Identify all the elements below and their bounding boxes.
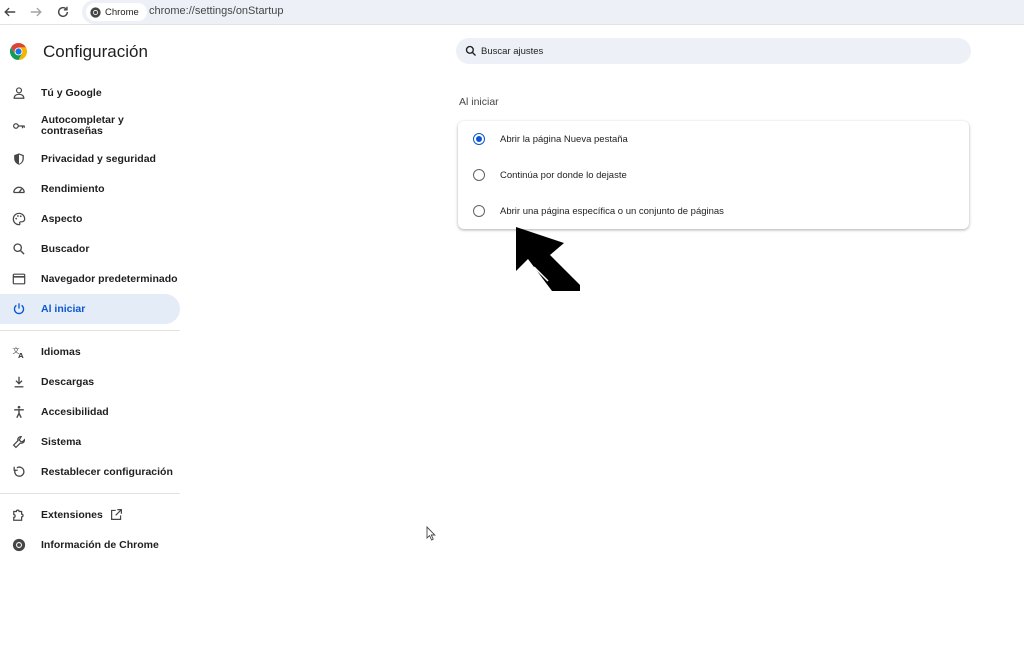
- palette-icon: [12, 212, 26, 226]
- sidebar-item-label: Idiomas: [41, 345, 81, 358]
- sidebar-item-label: Tú y Google: [41, 86, 102, 99]
- sidebar-divider: [0, 330, 180, 331]
- search-icon: [465, 45, 476, 56]
- sidebar-item-label: Al iniciar: [41, 302, 86, 315]
- browser-window-icon: [12, 272, 26, 286]
- sidebar-item-label: Descargas: [41, 375, 95, 388]
- site-info-chip[interactable]: Chrome: [86, 3, 147, 21]
- sidebar-item-label: Autocompletar y contraseñas: [41, 114, 124, 137]
- sidebar-item-reset[interactable]: Restablecer configuración: [0, 457, 180, 487]
- option-label: Abrir la página Nueva pestaña: [500, 133, 628, 145]
- arrow-right-icon: [30, 7, 42, 17]
- sidebar-item-label: Navegador predeterminado: [41, 272, 178, 285]
- sidebar-item-label: Extensiones: [41, 508, 103, 521]
- sidebar-item-accessibility[interactable]: Accesibilidad: [0, 397, 180, 427]
- option-label: Abrir una página específica o un conjunt…: [500, 205, 724, 217]
- sidebar-item-privacy[interactable]: Privacidad y seguridad: [0, 144, 180, 174]
- pointer-arrow-icon: [516, 227, 580, 291]
- startup-option-continue[interactable]: Continúa por donde lo dejaste: [458, 157, 969, 193]
- startup-option-specific-pages[interactable]: Abrir una página específica o un conjunt…: [458, 193, 969, 229]
- reload-icon: [57, 6, 69, 18]
- sidebar-item-label: Buscador: [41, 242, 90, 255]
- puzzle-icon: [12, 508, 26, 522]
- speedometer-icon: [12, 182, 26, 196]
- sidebar-item-default-browser[interactable]: Navegador predeterminado: [0, 264, 180, 294]
- sidebar-item-system[interactable]: Sistema: [0, 427, 180, 457]
- radio-button[interactable]: [473, 169, 485, 181]
- back-button[interactable]: [0, 3, 20, 21]
- chip-label: Chrome: [105, 6, 139, 18]
- reset-icon: [12, 465, 26, 479]
- page-title: Configuración: [43, 42, 148, 61]
- sidebar-item-extensions[interactable]: Extensiones: [0, 500, 180, 530]
- wrench-icon: [12, 435, 26, 449]
- accessibility-icon: [12, 405, 26, 419]
- key-icon: [12, 119, 26, 133]
- section-title: Al iniciar: [459, 96, 499, 108]
- translate-icon: 文A: [12, 345, 26, 359]
- url-text[interactable]: chrome://settings/onStartup: [149, 5, 284, 17]
- radio-button-checked[interactable]: [473, 133, 485, 145]
- sidebar-item-languages[interactable]: 文A Idiomas: [0, 337, 180, 367]
- chrome-logo-icon: [10, 43, 27, 60]
- power-icon: [12, 302, 26, 316]
- external-link-icon[interactable]: [110, 508, 123, 521]
- download-icon: [12, 375, 26, 389]
- forward-button[interactable]: [26, 3, 46, 21]
- chrome-icon: [12, 538, 26, 552]
- sidebar-divider: [0, 493, 180, 494]
- sidebar-item-search-engine[interactable]: Buscador: [0, 234, 180, 264]
- search-input[interactable]: [481, 42, 951, 60]
- shield-icon: [12, 152, 26, 166]
- startup-option-new-tab[interactable]: Abrir la página Nueva pestaña: [458, 121, 969, 157]
- svg-text:A: A: [18, 352, 24, 359]
- search-icon: [12, 242, 26, 256]
- sidebar-item-label: Accesibilidad: [41, 405, 109, 418]
- sidebar-item-label: Sistema: [41, 435, 82, 448]
- reload-button[interactable]: [53, 3, 73, 21]
- chrome-icon: [90, 6, 101, 18]
- arrow-left-icon: [4, 7, 16, 17]
- sidebar-item-label: Rendimiento: [41, 182, 105, 195]
- settings-search[interactable]: [456, 38, 971, 64]
- sidebar-item-about-chrome[interactable]: Información de Chrome: [0, 530, 180, 560]
- sidebar-item-downloads[interactable]: Descargas: [0, 367, 180, 397]
- sidebar-item-autofill[interactable]: Autocompletar y contraseñas: [0, 111, 180, 141]
- browser-toolbar: Chrome chrome://settings/onStartup: [0, 0, 1024, 25]
- option-label: Continúa por donde lo dejaste: [500, 169, 627, 181]
- radio-button[interactable]: [473, 205, 485, 217]
- sidebar-item-label: Privacidad y seguridad: [41, 152, 156, 165]
- sidebar-item-label: Información de Chrome: [41, 538, 159, 551]
- sidebar-item-label: Restablecer configuración: [41, 465, 173, 478]
- address-bar[interactable]: Chrome chrome://settings/onStartup: [82, 0, 1024, 24]
- mouse-cursor-icon: [426, 526, 436, 541]
- sidebar-item-performance[interactable]: Rendimiento: [0, 174, 180, 204]
- sidebar-item-label: Aspecto: [41, 212, 83, 225]
- sidebar-item-on-startup[interactable]: Al iniciar: [0, 294, 180, 324]
- sidebar-item-appearance[interactable]: Aspecto: [0, 204, 180, 234]
- person-icon: [12, 86, 26, 100]
- startup-options-card: Abrir la página Nueva pestaña Continúa p…: [458, 121, 969, 229]
- sidebar-item-you-and-google[interactable]: Tú y Google: [0, 78, 180, 108]
